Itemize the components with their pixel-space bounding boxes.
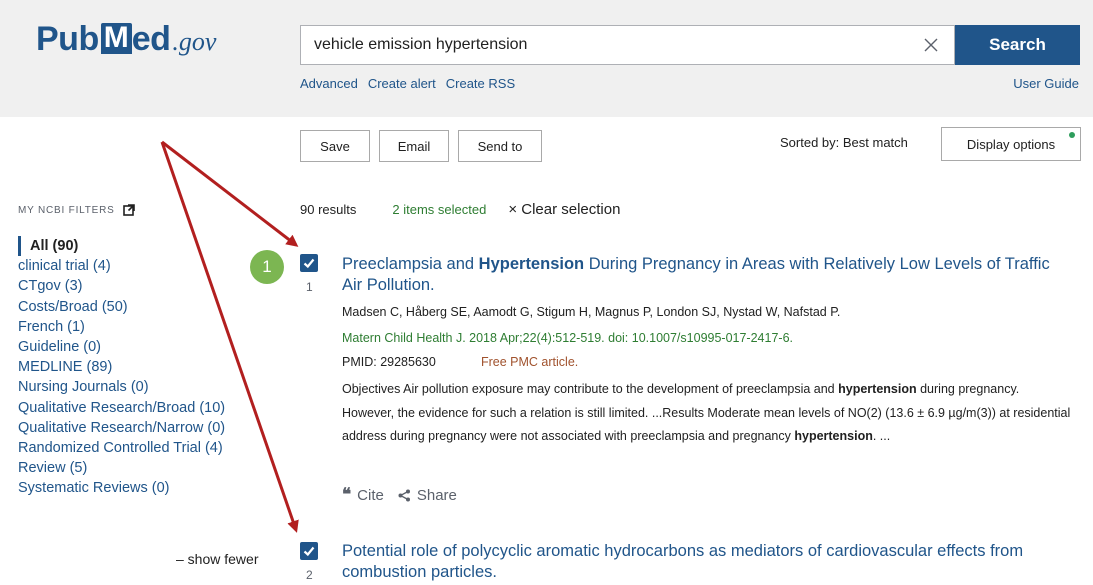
free-pmc-badge[interactable]: Free PMC article. [481,355,578,369]
result-checkbox-2[interactable] [300,542,318,560]
header: Pub M ed .gov Search Advanced Create ale… [0,0,1093,117]
share-button[interactable]: Share [398,487,457,504]
result-checkbox-1[interactable] [300,254,318,272]
create-rss-link[interactable]: Create RSS [446,76,515,91]
arrow-to-checkbox-1 [161,140,299,247]
display-options-label: Display options [966,136,1056,152]
search-button[interactable]: Search [955,25,1080,65]
checkmark-icon [303,258,315,269]
results-bar: 90 results 2 items selected × Clear sele… [300,201,620,218]
clear-search-icon[interactable] [907,26,955,64]
result-number-2: 2 [306,568,313,582]
share-label: Share [416,487,457,504]
search-box [300,25,955,65]
filter-item-systematic-reviews[interactable]: Systematic Reviews (0) [18,478,225,498]
filter-item-costs-broad[interactable]: Costs/Broad (50) [18,297,225,317]
email-button[interactable]: Email [379,130,449,162]
result-pmid-1: PMID: 29285630 [342,355,436,369]
snippet-highlight: hypertension [838,382,917,396]
result-number-1: 1 [306,280,313,294]
clear-selection-button[interactable]: × Clear selection [508,201,620,218]
search-links: Advanced Create alert Create RSS [300,76,515,91]
filter-item-french[interactable]: French (1) [18,317,225,337]
filters-title: MY NCBI FILTERS [18,204,115,216]
advanced-link[interactable]: Advanced [300,76,358,91]
sort-label[interactable]: Sorted by: Best match [780,135,908,150]
result-journal-1: Matern Child Health J. 2018 Apr;22(4):51… [342,331,793,345]
result-snippet-1: Objectives Air pollution exposure may co… [342,378,1072,449]
result-title-2[interactable]: Potential role of polycyclic aromatic hy… [342,541,1062,583]
filter-item-qualitative-narrow[interactable]: Qualitative Research/Narrow (0) [18,418,225,438]
create-alert-link[interactable]: Create alert [368,76,436,91]
filter-list: All (90) clinical trial (4) CTgov (3) Co… [18,236,225,499]
annotation-badge: 1 [250,250,284,284]
cite-label: Cite [357,487,384,504]
result-authors-1: Madsen C, Håberg SE, Aamodt G, Stigum H,… [342,305,841,319]
result-title-1[interactable]: Preeclampsia and Hypertension During Pre… [342,254,1062,296]
filter-item-medline[interactable]: MEDLINE (89) [18,357,225,377]
logo-ed: ed [131,20,171,58]
logo-gov: .gov [172,27,217,56]
logo-m-badge: M [100,23,132,54]
external-link-icon[interactable] [122,204,135,216]
filter-item-clinical-trial[interactable]: clinical trial (4) [18,256,225,276]
items-selected: 2 items selected [392,202,487,217]
snippet-highlight: hypertension [794,429,873,443]
filter-item-ctgov[interactable]: CTgov (3) [18,276,225,296]
snippet-text: . ... [872,429,891,443]
result-actions-1: ❝ Cite Share [342,485,457,505]
share-icon [398,489,410,502]
results-count: 90 results [300,202,357,217]
filter-item-qualitative-broad[interactable]: Qualitative Research/Broad (10) [18,398,225,418]
filter-item-rct[interactable]: Randomized Controlled Trial (4) [18,438,225,458]
logo-m: M ed [100,20,171,58]
notification-dot [1069,132,1075,138]
cite-button[interactable]: ❝ Cite [342,485,384,505]
filter-item-review[interactable]: Review (5) [18,458,225,478]
snippet-text: Objectives Air pollution exposure may co… [342,382,839,396]
pubmed-logo[interactable]: Pub M ed .gov [36,22,216,56]
show-fewer-link[interactable]: – show fewer [176,551,258,567]
quote-icon: ❝ [342,485,352,505]
save-button[interactable]: Save [300,130,370,162]
send-to-button[interactable]: Send to [458,130,542,162]
search-input[interactable] [301,26,907,64]
my-ncbi-filters-heading: MY NCBI FILTERS [18,204,135,216]
filter-item-guideline[interactable]: Guideline (0) [18,337,225,357]
filter-item-nursing-journals[interactable]: Nursing Journals (0) [18,377,225,397]
user-guide-link[interactable]: User Guide [1013,76,1079,91]
logo-pub: Pub [36,20,99,58]
title-text: Preeclampsia and [342,255,479,273]
checkmark-icon [303,546,315,557]
filter-item-all[interactable]: All (90) [18,236,225,257]
title-highlight: Hypertension [478,255,585,273]
display-options-button[interactable]: Display options [941,127,1081,161]
